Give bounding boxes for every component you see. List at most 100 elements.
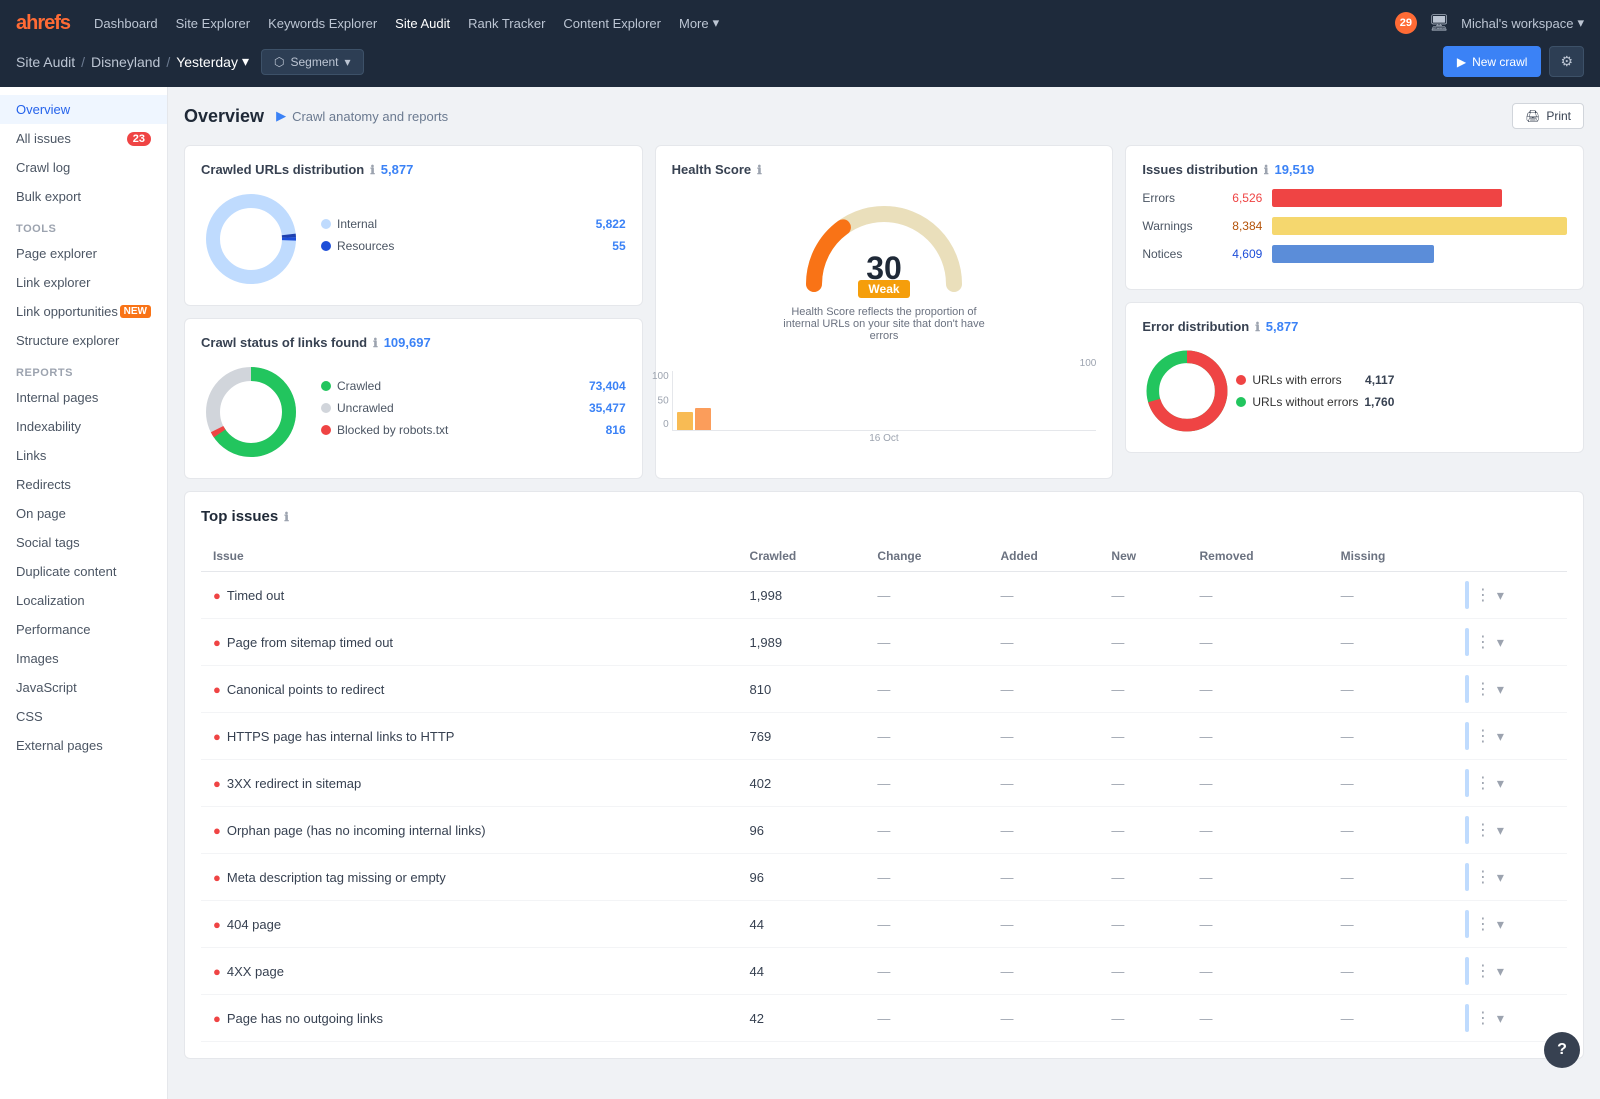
workspace-selector[interactable]: Michal's workspace ▾ [1461, 15, 1584, 31]
sidebar-item-structure-explorer[interactable]: Structure explorer [0, 326, 167, 355]
crawl-status-chart: Crawled 73,404 Uncrawled 35,477 [201, 362, 626, 462]
sidebar-item-images[interactable]: Images [0, 644, 167, 673]
sidebar-item-performance[interactable]: Performance [0, 615, 167, 644]
expand-button[interactable]: ▾ [1497, 916, 1504, 933]
settings-button[interactable]: ⚙ [1549, 46, 1584, 77]
health-score-title: Health Score ℹ [672, 162, 1097, 177]
more-options-button[interactable]: ⋮ [1475, 867, 1491, 887]
table-row[interactable]: ●Canonical points to redirect 810 — — — … [201, 666, 1567, 713]
print-button[interactable]: 🖨 Print [1512, 103, 1584, 129]
table-row[interactable]: ●Meta description tag missing or empty 9… [201, 854, 1567, 901]
crawl-anatomy-button[interactable]: ▶ Crawl anatomy and reports [276, 108, 448, 124]
error-icon: ● [213, 964, 221, 979]
error-dist-info-icon[interactable]: ℹ [1255, 320, 1260, 334]
error-icon: ● [213, 729, 221, 744]
table-row[interactable]: ●Page from sitemap timed out 1,989 — — —… [201, 619, 1567, 666]
nav-keywords-explorer[interactable]: Keywords Explorer [268, 16, 377, 31]
breadcrumb-site[interactable]: Disneyland [91, 54, 160, 70]
notices-row: Notices 4,609 [1142, 245, 1567, 263]
expand-button[interactable]: ▾ [1497, 869, 1504, 886]
more-options-button[interactable]: ⋮ [1475, 820, 1491, 840]
breadcrumb-root[interactable]: Site Audit [16, 54, 75, 70]
issue-added: — [988, 995, 1099, 1042]
urls-with-errors-item: URLs with errors 4,117 [1236, 373, 1394, 387]
chart-date-label: 16 Oct [672, 433, 1097, 444]
issue-added: — [988, 619, 1099, 666]
expand-button[interactable]: ▾ [1497, 634, 1504, 651]
sidebar-item-crawl-log[interactable]: Crawl log [0, 153, 167, 182]
nav-dashboard[interactable]: Dashboard [94, 16, 158, 31]
nav-content-explorer[interactable]: Content Explorer [563, 16, 661, 31]
nav-rank-tracker[interactable]: Rank Tracker [468, 16, 545, 31]
sidebar-item-link-explorer[interactable]: Link explorer [0, 268, 167, 297]
more-options-button[interactable]: ⋮ [1475, 679, 1491, 699]
sidebar-item-all-issues[interactable]: All issues 23 [0, 124, 167, 153]
issue-removed: — [1188, 572, 1329, 619]
nav-site-audit[interactable]: Site Audit [395, 16, 450, 31]
help-button[interactable]: ? [1544, 1032, 1580, 1068]
sidebar-item-duplicate-content[interactable]: Duplicate content [0, 557, 167, 586]
expand-button[interactable]: ▾ [1497, 1010, 1504, 1027]
issues-distribution-card: Issues distribution ℹ 19,519 Errors 6,52… [1125, 145, 1584, 290]
info-icon[interactable]: ℹ [370, 163, 375, 177]
issue-name: ●Timed out [201, 572, 738, 619]
expand-button[interactable]: ▾ [1497, 587, 1504, 604]
top-issues-info-icon[interactable]: ℹ [284, 510, 289, 524]
crawl-info-icon[interactable]: ℹ [373, 336, 378, 350]
issue-missing: — [1329, 995, 1453, 1042]
crawl-status-legend: Crawled 73,404 Uncrawled 35,477 [321, 379, 626, 445]
logo[interactable]: ahrefs [16, 12, 70, 35]
notifications-button[interactable]: 29 [1395, 12, 1417, 34]
table-row[interactable]: ●Page has no outgoing links 42 — — — — —… [201, 995, 1567, 1042]
issue-removed: — [1188, 619, 1329, 666]
sidebar-item-css[interactable]: CSS [0, 702, 167, 731]
sidebar-item-links[interactable]: Links [0, 441, 167, 470]
sidebar-item-javascript[interactable]: JavaScript [0, 673, 167, 702]
expand-button[interactable]: ▾ [1497, 681, 1504, 698]
sidebar-item-localization[interactable]: Localization [0, 586, 167, 615]
error-distribution-donut [1142, 346, 1232, 436]
crawled-urls-chart: Internal 5,822 Resources 55 [201, 189, 626, 289]
expand-button[interactable]: ▾ [1497, 728, 1504, 745]
sidebar-item-bulk-export[interactable]: Bulk export [0, 182, 167, 211]
issue-removed: — [1188, 760, 1329, 807]
more-options-button[interactable]: ⋮ [1475, 773, 1491, 793]
nav-site-explorer[interactable]: Site Explorer [176, 16, 250, 31]
sidebar-item-external-pages[interactable]: External pages [0, 731, 167, 760]
sidebar-item-social-tags[interactable]: Social tags [0, 528, 167, 557]
sidebar-item-redirects[interactable]: Redirects [0, 470, 167, 499]
more-options-button[interactable]: ⋮ [1475, 914, 1491, 934]
sidebar-item-on-page[interactable]: On page [0, 499, 167, 528]
table-row[interactable]: ●HTTPS page has internal links to HTTP 7… [201, 713, 1567, 760]
more-options-button[interactable]: ⋮ [1475, 726, 1491, 746]
expand-button[interactable]: ▾ [1497, 822, 1504, 839]
expand-button[interactable]: ▾ [1497, 963, 1504, 980]
error-distribution-card: Error distribution ℹ 5,877 [1125, 302, 1584, 453]
more-options-button[interactable]: ⋮ [1475, 585, 1491, 605]
table-row[interactable]: ●404 page 44 — — — — — ⋮ ▾ [201, 901, 1567, 948]
table-row[interactable]: ●Timed out 1,998 — — — — — ⋮ ▾ [201, 572, 1567, 619]
new-crawl-button[interactable]: ▶ New crawl [1443, 46, 1542, 77]
mini-bar [1465, 1004, 1469, 1032]
main-content: Overview ▶ Crawl anatomy and reports 🖨 P… [168, 87, 1600, 1099]
more-options-button[interactable]: ⋮ [1475, 961, 1491, 981]
error-distribution-chart: URLs with errors 4,117 URLs without erro… [1142, 346, 1567, 436]
sidebar-item-overview[interactable]: Overview [0, 95, 167, 124]
more-options-button[interactable]: ⋮ [1475, 1008, 1491, 1028]
breadcrumb-period[interactable]: Yesterday ▾ [176, 53, 249, 70]
table-row[interactable]: ●3XX redirect in sitemap 402 — — — — — ⋮… [201, 760, 1567, 807]
expand-button[interactable]: ▾ [1497, 775, 1504, 792]
issues-info-icon[interactable]: ℹ [1264, 163, 1269, 177]
sidebar-item-page-explorer[interactable]: Page explorer [0, 239, 167, 268]
health-info-icon[interactable]: ℹ [757, 163, 762, 177]
sidebar-item-indexability[interactable]: Indexability [0, 412, 167, 441]
table-row[interactable]: ●Orphan page (has no incoming internal l… [201, 807, 1567, 854]
nav-more[interactable]: More ▾ [679, 15, 719, 31]
table-row[interactable]: ●4XX page 44 — — — — — ⋮ ▾ [201, 948, 1567, 995]
more-options-button[interactable]: ⋮ [1475, 632, 1491, 652]
segment-button[interactable]: ⬡ Segment ▾ [261, 49, 364, 75]
sidebar-item-internal-pages[interactable]: Internal pages [0, 383, 167, 412]
mini-bar [1465, 628, 1469, 656]
issue-new: — [1099, 995, 1187, 1042]
sidebar-item-link-opportunities[interactable]: Link opportunities NEW [0, 297, 167, 326]
